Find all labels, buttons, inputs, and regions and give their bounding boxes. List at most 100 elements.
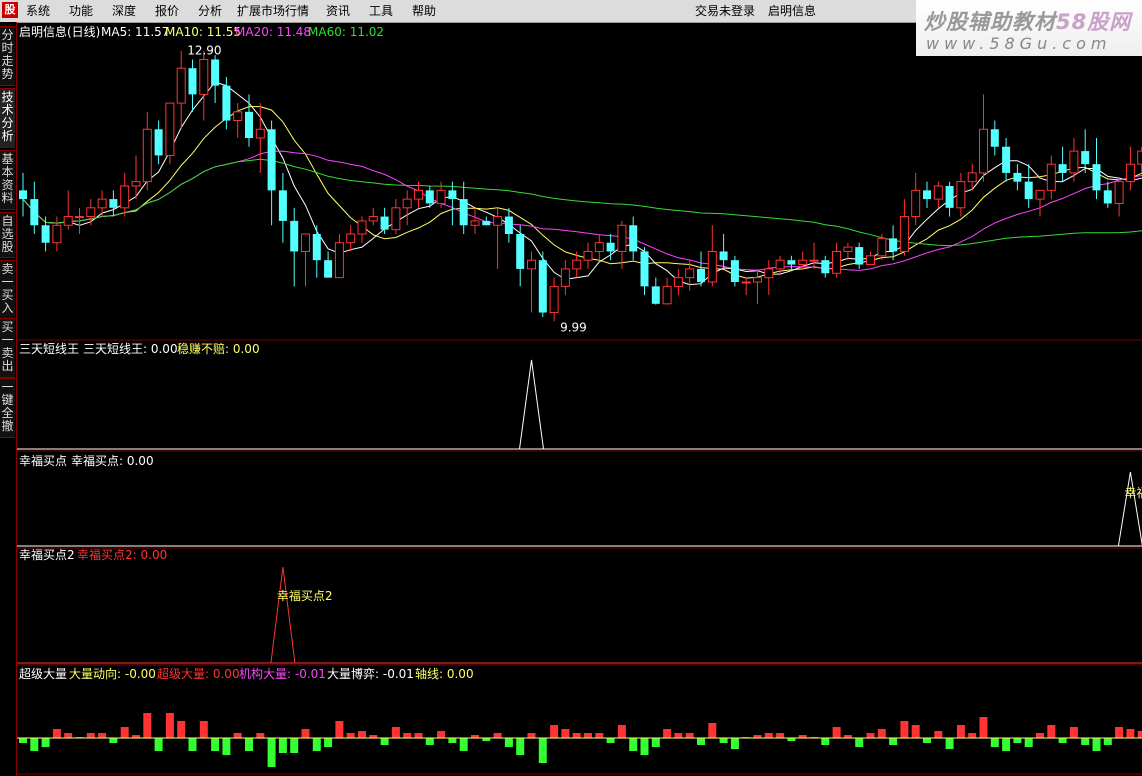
candle-body-up — [165, 102, 175, 156]
side-tab-cancel-all[interactable]: 一键全撤 — [0, 378, 15, 438]
volume-bar-down — [30, 738, 39, 751]
volume-bar-down — [448, 738, 457, 743]
candle-body-down — [245, 111, 253, 138]
volume-bar-down — [821, 738, 830, 745]
candle-body-down — [1013, 172, 1022, 182]
volume-bar-down — [1058, 738, 1067, 743]
volume-bar-up — [199, 721, 208, 738]
volume-bar-up — [911, 725, 920, 738]
indicator1-spike — [519, 359, 544, 450]
candle-body-up — [75, 216, 84, 219]
main-panel-title: 启明信息(日线) — [19, 24, 100, 39]
candle-body-down — [1002, 146, 1011, 173]
indicator4-value-direction: 大量动向: -0.00 — [69, 666, 156, 681]
candle-body-up — [176, 67, 186, 104]
side-tab-technical[interactable]: 技术分析 — [0, 88, 15, 148]
volume-bar-down — [41, 738, 50, 747]
volume-bar-down — [1013, 738, 1022, 743]
indicator4-value-game: 大量博弈: -0.01 — [327, 666, 414, 681]
candle-body-up — [391, 207, 401, 231]
ma20-line — [22, 150, 1142, 271]
candle-body-up — [1069, 150, 1079, 174]
candle-body-down — [459, 199, 468, 226]
menu-item-system[interactable]: 系统 — [26, 3, 50, 19]
volume-bar-up — [674, 733, 683, 738]
menu-item-depth[interactable]: 深度 — [112, 3, 136, 19]
volume-bar-up — [617, 725, 626, 738]
menu-item-tools[interactable]: 工具 — [369, 3, 393, 19]
candle-body-down — [730, 260, 739, 282]
candle-body-down — [640, 251, 649, 287]
side-tab-intraday[interactable]: 分时走势 — [0, 26, 15, 86]
volume-bar-down — [267, 738, 276, 767]
candle-body-down — [222, 85, 231, 121]
candle-body-up — [1114, 181, 1124, 204]
volume-bar-down — [211, 738, 220, 751]
menu-item-analysis[interactable]: 分析 — [198, 3, 222, 19]
candle-body-down — [109, 199, 118, 208]
side-tab-watchlist[interactable]: 自选股 — [0, 212, 15, 258]
ma60-label: MA60: 11.02 — [308, 25, 384, 39]
indicator1-value: 三天短线王: 0.00 — [83, 342, 178, 356]
volume-bar-up — [776, 733, 785, 738]
volume-bar-down — [730, 738, 739, 749]
candle-body-up — [527, 259, 536, 270]
volume-bar-up — [1115, 727, 1124, 738]
menu-item-news[interactable]: 资讯 — [326, 3, 350, 19]
candle-body-up — [583, 250, 593, 261]
candle-body-down — [538, 260, 547, 313]
indicator1-plot — [17, 359, 1142, 450]
volume-bar-up — [493, 733, 502, 738]
chart-area[interactable]: 启明信息(日线) MA5: 11.57 MA10: 11.55 MA20: 11… — [17, 22, 1142, 776]
login-status[interactable]: 交易未登录 — [695, 3, 755, 19]
candle-body-down — [697, 268, 705, 282]
menu-item-quote[interactable]: 报价 — [155, 3, 179, 19]
candle-body-up — [368, 216, 378, 222]
side-tab-sell[interactable]: 买一卖出 — [0, 318, 15, 378]
side-tab-fundamentals[interactable]: 基本资料 — [0, 150, 15, 210]
volume-bar-up — [685, 733, 694, 738]
volume-bar-down — [245, 738, 253, 751]
volume-bar-down — [188, 738, 197, 751]
volume-bar-up — [663, 729, 672, 738]
candle-body-up — [843, 246, 853, 252]
volume-bar-up — [256, 733, 265, 738]
candle-body-down — [211, 59, 220, 86]
app-logo[interactable]: 股 — [2, 2, 18, 18]
side-tab-buy[interactable]: 卖一买入 — [0, 260, 15, 320]
candle-body-up — [334, 242, 344, 279]
candle-body-up — [414, 189, 423, 200]
candle-body-up — [1046, 163, 1056, 191]
volume-bar-down — [19, 738, 27, 743]
candle-body-up — [685, 268, 695, 279]
candle-body-up — [662, 285, 672, 305]
candle-body-up — [52, 224, 62, 244]
candle-body-down — [855, 247, 864, 265]
candle-body-up — [549, 285, 559, 314]
volume-bar-up — [64, 733, 73, 738]
volume-bar-up — [572, 733, 581, 738]
volume-bar-down — [606, 738, 615, 743]
candle-body-down — [889, 238, 898, 252]
candle-body-down — [278, 190, 287, 221]
candle-body-down — [41, 225, 50, 243]
menu-item-function[interactable]: 功能 — [69, 3, 93, 19]
candle-body-down — [324, 260, 333, 278]
volume-bar-down — [380, 738, 389, 745]
candle-body-down — [821, 260, 830, 274]
indicator3-name: 幸福买点2 — [19, 547, 75, 562]
candle-body-up — [560, 268, 570, 287]
low-price-label: 9.99 — [560, 320, 587, 334]
candle-body-down — [267, 129, 276, 191]
menu-item-extended-market[interactable]: 扩展市场行情 — [237, 3, 309, 19]
candle-body-up — [120, 185, 130, 209]
candle-body-up — [741, 281, 751, 284]
candle-body-down — [1081, 151, 1090, 165]
volume-bar-down — [1002, 738, 1011, 751]
candle-body-up — [707, 250, 717, 283]
volume-bar-up — [1126, 729, 1135, 738]
candle-body-up — [933, 185, 943, 200]
menu-item-help[interactable]: 帮助 — [412, 3, 436, 19]
indicator4-name: 超级大量 — [19, 666, 67, 681]
candle-body-down — [154, 129, 163, 156]
